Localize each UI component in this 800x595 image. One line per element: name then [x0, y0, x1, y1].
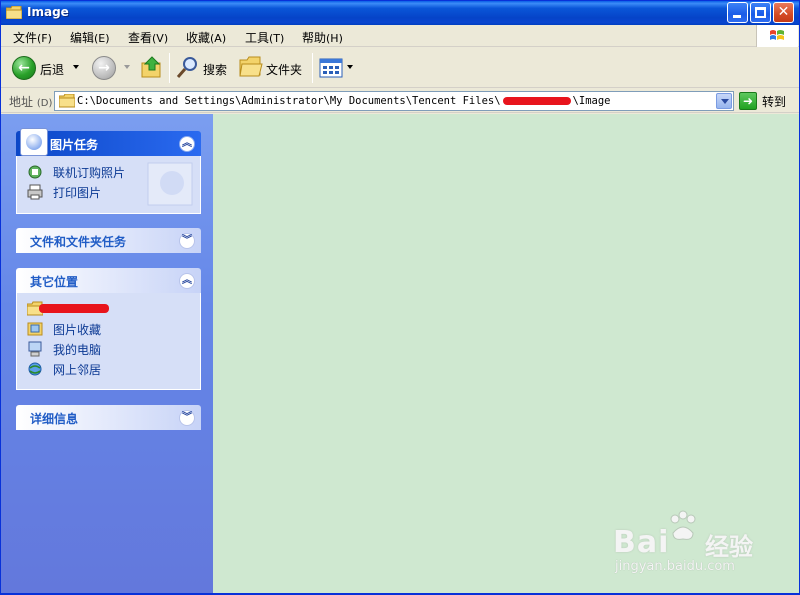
explorer-window: Image ✕ 文件(F) 编辑(E) 查看(V) 收藏(A) 工具(T) 帮助…: [0, 0, 800, 595]
address-path: C:\Documents and Settings\Administrator\…: [77, 95, 611, 107]
back-button[interactable]: ← 后退: [12, 55, 82, 81]
file-folder-tasks-panel: 文件和文件夹任务 ︾: [16, 228, 201, 253]
up-folder-icon: [141, 56, 161, 78]
menu-file[interactable]: 文件(F): [13, 29, 52, 46]
minimize-icon: [733, 15, 741, 18]
maximize-button[interactable]: [750, 2, 771, 23]
window-title: Image: [27, 5, 69, 19]
other-places-body: 图片收藏 我的电脑 网上邻居: [16, 293, 201, 390]
network-icon: [28, 362, 42, 376]
redaction-mark: [39, 304, 109, 313]
picture-watermark-icon: [147, 162, 193, 206]
views-dropdown-icon[interactable]: [347, 65, 353, 69]
task-pane: 图片任务 ︽ 联机订购照片 打印图片 文件和文件夹任务 ︾ 其它位置 ︽ 图片收…: [1, 114, 213, 593]
search-button[interactable]: 搜索: [176, 55, 234, 81]
folder-icon: [59, 94, 75, 108]
forward-arrow-icon: →: [92, 56, 116, 80]
picture-tasks-body: 联机订购照片 打印图片: [16, 156, 201, 214]
picture-tasks-icon: [20, 128, 48, 156]
views-button[interactable]: [319, 55, 355, 81]
back-arrow-icon: ←: [12, 56, 36, 80]
place-my-pictures[interactable]: 图片收藏: [17, 319, 200, 339]
back-dropdown-icon[interactable]: [73, 65, 79, 69]
windows-logo: [756, 25, 798, 47]
menu-tools[interactable]: 工具(T): [245, 29, 284, 46]
minimize-button[interactable]: [727, 2, 748, 23]
close-button[interactable]: ✕: [773, 2, 794, 23]
address-dropdown-button[interactable]: [716, 93, 732, 109]
computer-icon: [28, 341, 42, 357]
toolbar-separator: [312, 53, 313, 83]
picture-tasks-panel: 图片任务 ︽ 联机订购照片 打印图片: [16, 128, 201, 214]
toolbar: ← 后退 → 搜索 文件夹: [1, 48, 799, 88]
other-places-header[interactable]: 其它位置 ︽: [16, 268, 201, 293]
file-folder-tasks-header[interactable]: 文件和文件夹任务 ︾: [16, 228, 201, 253]
redaction-mark: [502, 97, 571, 105]
address-input[interactable]: C:\Documents and Settings\Administrator\…: [54, 91, 734, 111]
my-pictures-icon: [27, 322, 43, 336]
address-label: 地址 (D): [9, 95, 53, 109]
details-header[interactable]: 详细信息 ︾: [16, 405, 201, 430]
place-network[interactable]: 网上邻居: [17, 359, 200, 379]
paw-icon: [670, 510, 696, 540]
collapse-icon[interactable]: ︽: [179, 273, 195, 289]
maximize-icon: [755, 7, 766, 18]
close-icon: ✕: [777, 4, 790, 20]
up-folder-button[interactable]: [140, 55, 166, 81]
printer-icon: [27, 184, 43, 200]
folders-button[interactable]: 文件夹: [239, 55, 305, 81]
menu-edit[interactable]: 编辑(E): [70, 29, 110, 46]
title-bar[interactable]: Image ✕: [1, 1, 799, 25]
place-parent-folder[interactable]: [17, 299, 200, 319]
go-button[interactable]: ➜ 转到: [739, 92, 799, 110]
search-icon: [176, 57, 197, 78]
folder-icon: [239, 56, 263, 77]
expand-icon[interactable]: ︾: [179, 233, 195, 249]
details-panel: 详细信息 ︾: [16, 405, 201, 430]
menu-help[interactable]: 帮助(H): [302, 29, 343, 46]
picture-tasks-header[interactable]: 图片任务 ︽: [16, 128, 201, 156]
other-places-panel: 其它位置 ︽ 图片收藏 我的电脑 网上邻居: [16, 268, 201, 390]
collapse-icon[interactable]: ︽: [179, 136, 195, 152]
forward-button[interactable]: →: [92, 55, 132, 81]
menu-view[interactable]: 查看(V): [128, 29, 168, 46]
toolbar-separator: [169, 53, 170, 83]
windows-flag-icon: [770, 30, 784, 40]
menu-bar: 文件(F) 编辑(E) 查看(V) 收藏(A) 工具(T) 帮助(H): [1, 25, 799, 47]
forward-dropdown-icon[interactable]: [124, 65, 130, 69]
menu-favorites[interactable]: 收藏(A): [186, 29, 226, 46]
views-icon: [319, 58, 343, 78]
order-photos-icon: [28, 165, 42, 179]
expand-icon[interactable]: ︾: [179, 410, 195, 426]
chevron-down-icon: [721, 99, 729, 104]
baidu-watermark: Bai 经验 jingyan.baidu.com: [613, 509, 783, 584]
folder-icon: [6, 6, 22, 19]
place-my-computer[interactable]: 我的电脑: [17, 339, 200, 359]
address-bar: 地址 (D) C:\Documents and Settings\Adminis…: [1, 89, 799, 113]
go-arrow-icon: ➜: [739, 92, 757, 110]
